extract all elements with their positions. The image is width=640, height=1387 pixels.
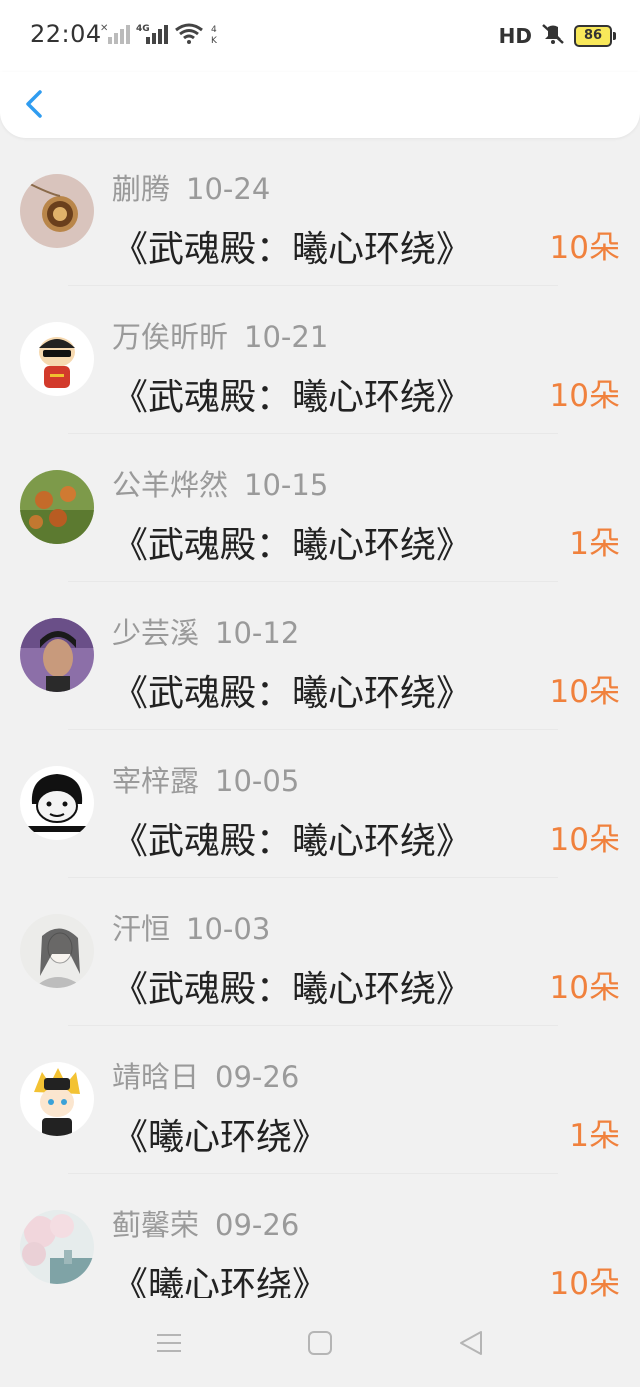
row-name: 宰梓露 10-05 xyxy=(112,758,299,800)
send-date: 09-26 xyxy=(215,1208,300,1242)
back-triangle-icon xyxy=(460,1331,482,1355)
status-time: 22:04 xyxy=(30,20,102,48)
send-date: 10-21 xyxy=(244,320,329,354)
avatar[interactable] xyxy=(20,1210,94,1284)
chevron-left-icon xyxy=(26,90,42,118)
list-item[interactable]: 公羊烨然 10-15 《武魂殿：曦心环绕》 1朵 xyxy=(0,434,640,582)
list-item[interactable]: 蒯腾 10-24 《武魂殿：曦心环绕》 10朵 xyxy=(0,138,640,286)
sender-name: 靖晗日 xyxy=(112,1060,200,1094)
speed-4k-icon: 4 K xyxy=(210,22,222,48)
avatar[interactable] xyxy=(20,322,94,396)
sender-name: 汗恒 xyxy=(112,912,171,946)
sender-name: 宰梓露 xyxy=(112,764,200,798)
svg-text:4: 4 xyxy=(211,25,217,35)
man-portrait-icon xyxy=(20,618,94,692)
list-item[interactable]: 万俟昕昕 10-21 《武魂殿：曦心环绕》 10朵 xyxy=(0,286,640,434)
list-item[interactable]: 少芸溪 10-12 《武魂殿：曦心环绕》 10朵 xyxy=(0,582,640,730)
cartoon-kid-icon xyxy=(20,322,94,396)
sender-name: 蒯腾 xyxy=(112,172,171,206)
cherry-blossom-icon xyxy=(20,1210,94,1284)
menu-button[interactable] xyxy=(152,1326,186,1360)
signal-4g-icon: 4G xyxy=(136,22,168,48)
hd-label: HD xyxy=(498,24,532,48)
row-name: 靖晗日 09-26 xyxy=(112,1054,299,1096)
work-title: 《武魂殿：曦心环绕》 xyxy=(112,377,473,418)
navigation-bar xyxy=(0,1298,640,1387)
ink-painting-icon xyxy=(20,914,94,988)
flower-count: 10朵 xyxy=(549,674,620,710)
row-name: 蒯腾 10-24 xyxy=(112,166,270,208)
row-name: 少芸溪 10-12 xyxy=(112,610,299,652)
sender-name: 少芸溪 xyxy=(112,616,200,650)
menu-icon xyxy=(157,1334,181,1352)
back-button[interactable] xyxy=(18,84,54,124)
flower-count: 10朵 xyxy=(549,1266,620,1298)
send-date: 10-12 xyxy=(215,616,300,650)
avatar[interactable] xyxy=(20,1062,94,1136)
sender-name: 蓟馨荣 xyxy=(112,1208,200,1242)
svg-text:K: K xyxy=(211,36,218,44)
send-date: 10-24 xyxy=(186,172,271,206)
sender-name: 万俟昕昕 xyxy=(112,320,229,354)
anime-character-icon xyxy=(20,1062,94,1136)
work-title: 《曦心环绕》 xyxy=(112,1265,329,1298)
avatar[interactable] xyxy=(20,470,94,544)
flower-count: 10朵 xyxy=(549,230,620,266)
work-title: 《武魂殿：曦心环绕》 xyxy=(112,673,473,714)
home-button[interactable] xyxy=(303,1326,337,1360)
back-nav-button[interactable] xyxy=(455,1326,489,1360)
flower-count: 1朵 xyxy=(569,1118,620,1154)
signal-x-icon: ✕ xyxy=(100,22,130,48)
status-bar: 22:04 ✕ 4G 4 K HD 86 xyxy=(0,0,640,72)
svg-text:4G: 4G xyxy=(136,24,150,34)
work-title: 《武魂殿：曦心环绕》 xyxy=(112,229,473,270)
battery-icon: 86 xyxy=(574,25,616,47)
flower-count: 10朵 xyxy=(549,970,620,1006)
sender-name: 公羊烨然 xyxy=(112,468,229,502)
row-name: 蓟馨荣 09-26 xyxy=(112,1202,299,1244)
work-title: 《曦心环绕》 xyxy=(112,1117,329,1158)
avatar[interactable] xyxy=(20,914,94,988)
send-date: 10-03 xyxy=(186,912,271,946)
status-left-icons: ✕ 4G 4 K xyxy=(100,22,222,48)
send-date: 09-26 xyxy=(215,1060,300,1094)
gift-list: 蒯腾 10-24 《武魂殿：曦心环绕》 10朵 万俟昕昕 10-21 《武魂殿：曦心… xyxy=(0,138,640,1298)
work-title: 《武魂殿：曦心环绕》 xyxy=(112,821,473,862)
status-right-icons: HD 86 xyxy=(498,22,616,50)
row-name: 公羊烨然 10-15 xyxy=(112,462,328,504)
flower-count: 10朵 xyxy=(549,378,620,414)
list-item[interactable]: 汗恒 10-03 《武魂殿：曦心环绕》 10朵 xyxy=(0,878,640,1026)
green-fruit-icon xyxy=(20,470,94,544)
send-date: 10-05 xyxy=(215,764,300,798)
meme-face-icon xyxy=(20,766,94,840)
row-name: 汗恒 10-03 xyxy=(112,906,270,948)
home-square-icon xyxy=(308,1331,332,1355)
avatar[interactable] xyxy=(20,174,94,248)
list-item[interactable]: 靖晗日 09-26 《曦心环绕》 1朵 xyxy=(0,1026,640,1174)
list-item[interactable]: 蓟馨荣 09-26 《曦心环绕》 10朵 xyxy=(0,1174,640,1298)
avatar[interactable] xyxy=(20,618,94,692)
header xyxy=(0,72,640,138)
svg-text:✕: ✕ xyxy=(100,23,108,34)
pocket-watch-icon xyxy=(20,174,94,248)
row-name: 万俟昕昕 10-21 xyxy=(112,314,328,356)
send-date: 10-15 xyxy=(244,468,329,502)
flower-count: 10朵 xyxy=(549,822,620,858)
flower-count: 1朵 xyxy=(569,526,620,562)
mute-icon xyxy=(540,22,566,50)
work-title: 《武魂殿：曦心环绕》 xyxy=(112,969,473,1010)
list-item[interactable]: 宰梓露 10-05 《武魂殿：曦心环绕》 10朵 xyxy=(0,730,640,878)
wifi-icon xyxy=(174,22,204,48)
avatar[interactable] xyxy=(20,766,94,840)
work-title: 《武魂殿：曦心环绕》 xyxy=(112,525,473,566)
